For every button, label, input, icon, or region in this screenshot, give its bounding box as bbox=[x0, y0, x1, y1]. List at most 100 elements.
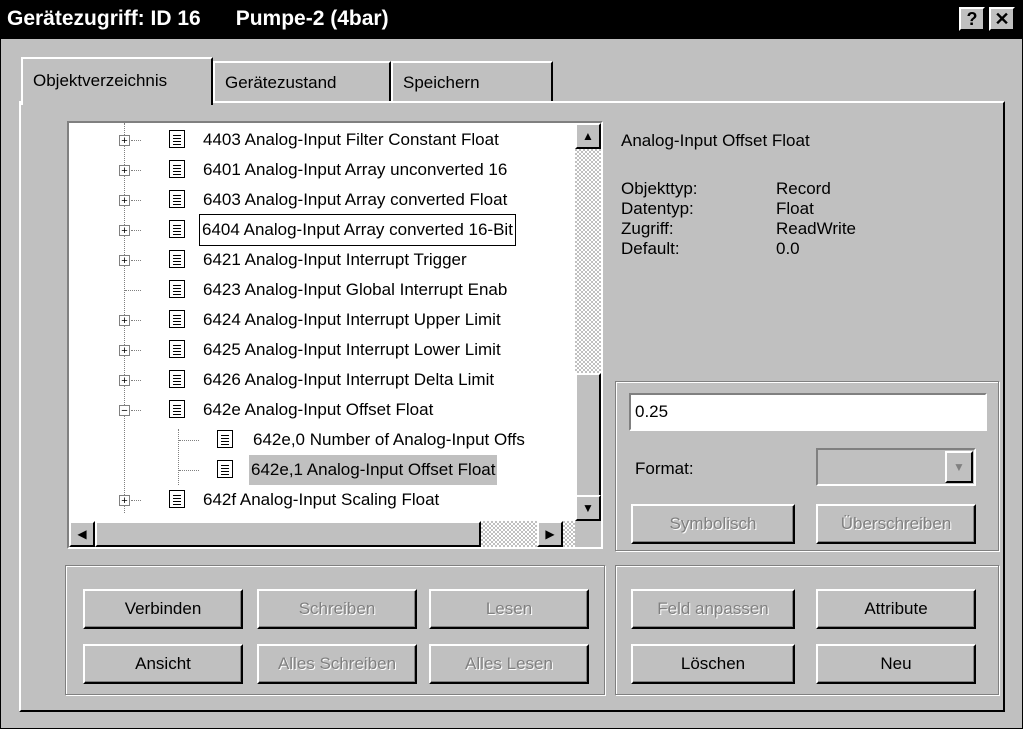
object-icon bbox=[169, 340, 185, 358]
tree-branch bbox=[131, 200, 141, 201]
tree-branch bbox=[179, 470, 199, 471]
expand-icon[interactable]: + bbox=[119, 165, 130, 177]
scroll-down-button[interactable]: ▼ bbox=[575, 495, 601, 521]
lesen-button[interactable]: Lesen bbox=[429, 589, 589, 629]
attribute-button[interactable]: Attribute bbox=[816, 589, 976, 629]
datentyp-value: Float bbox=[776, 199, 814, 218]
tree-branch bbox=[131, 260, 141, 261]
object-icon bbox=[169, 190, 185, 208]
tree-item-label: 6425 Analog-Input Interrupt Lower Limit bbox=[203, 340, 501, 359]
tree-branch bbox=[125, 290, 141, 291]
tree-item[interactable]: 642e,0 Number of Analog-Input Offs bbox=[117, 425, 601, 455]
neu-button[interactable]: Neu bbox=[816, 644, 976, 684]
device-access-dialog: Gerätezugriff: ID 16 Pumpe-2 (4bar) ? ✕ … bbox=[0, 0, 1023, 729]
tab-geraetezustand[interactable]: Gerätezustand bbox=[213, 61, 391, 103]
collapse-icon[interactable]: − bbox=[119, 405, 130, 417]
tree-item-label: 642f Analog-Input Scaling Float bbox=[203, 490, 440, 509]
ansicht-button[interactable]: Ansicht bbox=[83, 644, 243, 684]
ueberschreiben-button[interactable]: Überschreiben bbox=[816, 504, 976, 544]
tree-item-label: 6403 Analog-Input Array converted Float bbox=[203, 190, 508, 209]
zugriff-label: Zugriff: bbox=[621, 219, 674, 238]
expand-icon[interactable]: + bbox=[119, 255, 130, 267]
object-icon bbox=[169, 490, 185, 508]
format-select[interactable]: ▼ bbox=[816, 448, 976, 486]
horizontal-scroll-thumb[interactable] bbox=[95, 521, 481, 547]
tree-item[interactable]: + 6404 Analog-Input Array converted 16-B… bbox=[117, 214, 601, 246]
tree-branch bbox=[131, 500, 141, 501]
scroll-corner bbox=[575, 521, 601, 547]
scroll-up-button[interactable]: ▲ bbox=[575, 123, 601, 149]
verbinden-button[interactable]: Verbinden bbox=[83, 589, 243, 629]
loeschen-button[interactable]: Löschen bbox=[631, 644, 795, 684]
tree-branch bbox=[131, 170, 141, 171]
symbolisch-button[interactable]: Symbolisch bbox=[631, 504, 795, 544]
tree-branch bbox=[131, 140, 141, 141]
object-icon bbox=[217, 460, 233, 478]
schreiben-button[interactable]: Schreiben bbox=[257, 589, 417, 629]
object-tree[interactable]: + 4403 Analog-Input Filter Constant Floa… bbox=[67, 121, 603, 549]
default-value: 0.0 bbox=[776, 239, 800, 258]
tree-item-label: 4403 Analog-Input Filter Constant Float bbox=[203, 130, 499, 149]
tree-branch bbox=[131, 350, 141, 351]
tree-item[interactable]: + 642f Analog-Input Scaling Float bbox=[117, 485, 601, 515]
scroll-left-button[interactable]: ◀ bbox=[69, 521, 95, 547]
expand-icon[interactable]: + bbox=[119, 375, 130, 387]
close-button[interactable]: ✕ bbox=[989, 7, 1015, 31]
alles-lesen-button[interactable]: Alles Lesen bbox=[429, 644, 589, 684]
tree-item-label: 6421 Analog-Input Interrupt Trigger bbox=[203, 250, 467, 269]
tree-branch bbox=[131, 320, 141, 321]
tree-item-label-selected: 642e,1 Analog-Input Offset Float bbox=[249, 455, 498, 485]
expand-icon[interactable]: + bbox=[119, 495, 130, 507]
objekttyp-value: Record bbox=[776, 179, 831, 198]
tree-item-label: 6426 Analog-Input Interrupt Delta Limit bbox=[203, 370, 495, 389]
object-icon bbox=[169, 130, 185, 148]
vertical-scroll-thumb[interactable] bbox=[575, 373, 601, 497]
tree-item-label-focused: 6404 Analog-Input Array converted 16-Bit bbox=[199, 214, 516, 246]
expand-icon[interactable]: + bbox=[119, 315, 130, 327]
zugriff-value: ReadWrite bbox=[776, 219, 856, 238]
tree-item[interactable]: + 6421 Analog-Input Interrupt Trigger bbox=[117, 245, 601, 275]
tree-branch bbox=[131, 230, 141, 231]
format-label: Format: bbox=[635, 459, 694, 478]
tree-item[interactable]: 6423 Analog-Input Global Interrupt Enab bbox=[117, 275, 601, 305]
objekttyp-label: Objekttyp: bbox=[621, 179, 698, 198]
expand-icon[interactable]: + bbox=[119, 195, 130, 207]
tree-item[interactable]: + 6426 Analog-Input Interrupt Delta Limi… bbox=[117, 365, 601, 395]
tree-item-label: 6424 Analog-Input Interrupt Upper Limit bbox=[203, 310, 501, 329]
tree-item[interactable]: + 4403 Analog-Input Filter Constant Floa… bbox=[117, 125, 601, 155]
object-icon bbox=[169, 400, 185, 418]
expand-icon[interactable]: + bbox=[119, 135, 130, 147]
help-button[interactable]: ? bbox=[959, 7, 985, 31]
alles-schreiben-button[interactable]: Alles Schreiben bbox=[257, 644, 417, 684]
object-icon bbox=[169, 370, 185, 388]
tree-item[interactable]: − 642e Analog-Input Offset Float bbox=[117, 395, 601, 425]
window-title: Gerätezugriff: ID 16 Pumpe-2 (4bar) bbox=[7, 7, 389, 30]
tab-speichern[interactable]: Speichern bbox=[391, 61, 553, 103]
tree-branch bbox=[131, 380, 141, 381]
tree-item[interactable]: + 6424 Analog-Input Interrupt Upper Limi… bbox=[117, 305, 601, 335]
feld-anpassen-button[interactable]: Feld anpassen bbox=[631, 589, 795, 629]
tree-item[interactable]: + 6401 Analog-Input Array unconverted 16 bbox=[117, 155, 601, 185]
expand-icon[interactable]: + bbox=[119, 345, 130, 357]
scroll-right-button[interactable]: ▶ bbox=[537, 521, 563, 547]
tree-item[interactable]: 642e,1 Analog-Input Offset Float bbox=[117, 455, 601, 485]
tree-item-label: 6423 Analog-Input Global Interrupt Enab bbox=[203, 280, 508, 299]
tree-branch bbox=[131, 410, 141, 411]
object-icon bbox=[217, 430, 233, 448]
expand-icon[interactable]: + bbox=[119, 225, 130, 237]
tree-item[interactable]: + 6403 Analog-Input Array converted Floa… bbox=[117, 185, 601, 215]
title-bar[interactable]: Gerätezugriff: ID 16 Pumpe-2 (4bar) ? ✕ bbox=[1, 1, 1022, 39]
object-icon bbox=[169, 310, 185, 328]
tree-branch bbox=[179, 440, 199, 441]
object-icon bbox=[169, 220, 185, 238]
tree-item[interactable]: + 6425 Analog-Input Interrupt Lower Limi… bbox=[117, 335, 601, 365]
object-icon bbox=[169, 280, 185, 298]
tree-item-label: 642e Analog-Input Offset Float bbox=[203, 400, 434, 419]
tree-item-label: 642e,0 Number of Analog-Input Offs bbox=[253, 430, 525, 449]
object-icon bbox=[169, 250, 185, 268]
default-label: Default: bbox=[621, 239, 680, 258]
object-name: Analog-Input Offset Float bbox=[621, 131, 810, 150]
tab-objektverzeichnis[interactable]: Objektverzeichnis bbox=[21, 57, 213, 105]
value-input[interactable]: 0.25 bbox=[629, 393, 987, 431]
chevron-down-icon[interactable]: ▼ bbox=[945, 451, 973, 483]
